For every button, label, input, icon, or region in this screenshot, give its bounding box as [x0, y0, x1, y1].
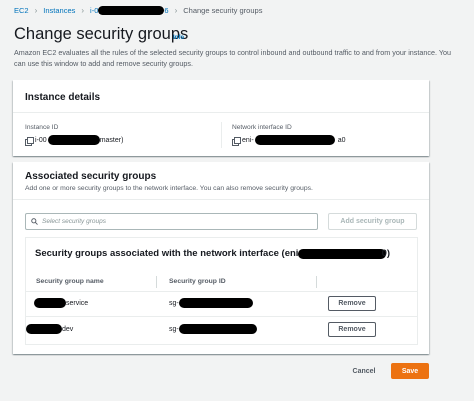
eni-label: Network interface ID	[232, 124, 292, 131]
redaction	[34, 298, 66, 308]
info-link[interactable]: Info	[173, 35, 184, 41]
security-groups-table: Security groups associated with the netw…	[25, 237, 418, 345]
remove-button[interactable]: Remove	[328, 296, 376, 311]
breadcrumb: EC2 › Instances › i-0 6 › Change security…	[14, 4, 262, 16]
instance-id-label: Instance ID	[25, 124, 59, 131]
column-divider	[316, 276, 317, 288]
copy-icon[interactable]	[232, 136, 241, 146]
breadcrumb-instance-id[interactable]: i-0 6	[90, 5, 169, 15]
column-divider	[156, 276, 157, 288]
security-group-search[interactable]	[25, 213, 318, 230]
table-title: Security groups associated with the netw…	[35, 248, 391, 259]
table-row-id: sg-	[169, 298, 253, 308]
page-title: Change security groups	[14, 25, 189, 43]
redaction	[98, 5, 165, 15]
divider	[13, 112, 429, 113]
column-header-name[interactable]: Security group name	[36, 278, 104, 285]
table-row-name: dev	[26, 324, 73, 334]
breadcrumb-current: Change security groups	[183, 5, 263, 15]
add-security-group-button[interactable]: Add security group	[328, 213, 417, 230]
column-header-id[interactable]: Security group ID	[169, 278, 226, 285]
search-icon	[31, 218, 38, 225]
save-button[interactable]: Save	[391, 363, 429, 379]
eni-value: eni-a0	[232, 135, 345, 146]
breadcrumb-ec2[interactable]: EC2	[14, 6, 29, 15]
table-row-name: service	[34, 298, 88, 308]
redaction	[297, 248, 386, 259]
page-description: Amazon EC2 evaluates all the rules of th…	[14, 48, 451, 68]
column-divider	[221, 122, 222, 148]
divider	[13, 199, 429, 200]
breadcrumb-instances[interactable]: Instances	[43, 6, 75, 15]
search-input[interactable]	[42, 218, 302, 225]
instance-id-value: i-00 master)	[25, 135, 123, 146]
associated-description: Add one or more security groups to the n…	[25, 185, 313, 192]
chevron-right-icon: ›	[174, 5, 178, 15]
instance-details-heading: Instance details	[25, 92, 101, 103]
chevron-right-icon: ›	[34, 5, 38, 15]
row-divider	[26, 316, 417, 317]
redaction	[26, 324, 62, 334]
redaction	[47, 135, 100, 145]
cancel-button[interactable]: Cancel	[346, 363, 382, 379]
redaction	[178, 298, 253, 308]
redaction	[178, 324, 257, 334]
table-row-id: sg-	[169, 324, 257, 334]
copy-icon[interactable]	[25, 136, 34, 146]
redaction	[254, 135, 335, 145]
chevron-right-icon: ›	[81, 5, 85, 15]
associated-heading: Associated security groups	[25, 171, 157, 182]
instance-details-panel: Instance details Instance ID i-00 master)…	[13, 80, 429, 156]
header-divider	[26, 291, 417, 292]
remove-button[interactable]: Remove	[328, 322, 376, 337]
